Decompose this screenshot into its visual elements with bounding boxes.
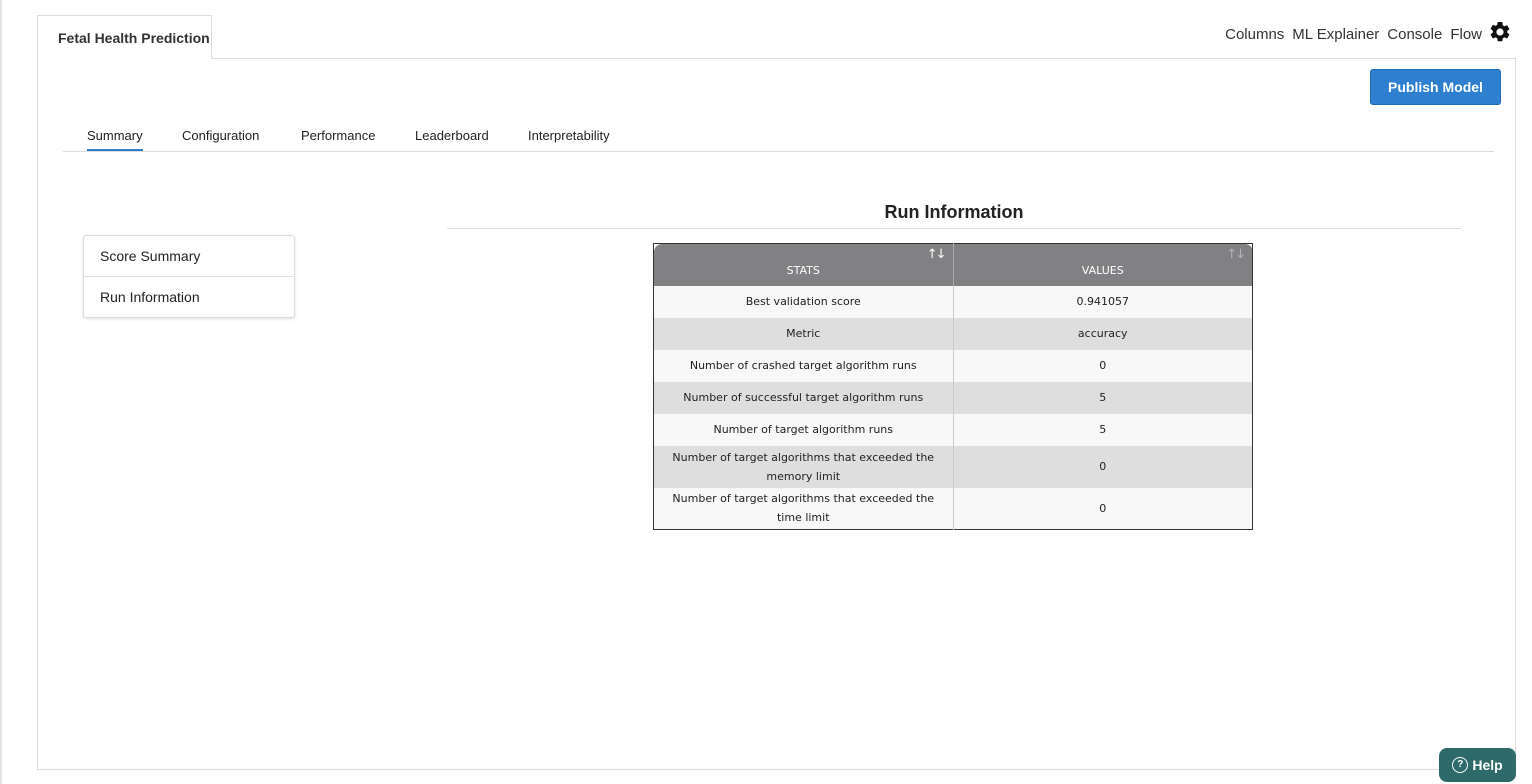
ml-explainer-link[interactable]: ML Explainer: [1292, 26, 1379, 43]
stat-cell: Number of successful target algorithm ru…: [653, 381, 954, 414]
table-row: Number of target algorithm runs 5: [653, 413, 1253, 446]
column-header-values[interactable]: ↑↓ VALUES: [953, 243, 1253, 286]
question-mark-icon: ?: [1452, 757, 1469, 773]
table-row: Number of target algorithms that exceede…: [653, 487, 1253, 530]
tab-summary[interactable]: Summary: [87, 128, 143, 151]
table-row: Metric accuracy: [653, 317, 1253, 350]
section-title: Run Information: [884, 202, 1024, 222]
column-header-stats[interactable]: ↑↓ STATS: [653, 243, 954, 286]
value-cell: 0: [953, 487, 1253, 530]
side-menu-item-score-summary[interactable]: Score Summary: [84, 236, 294, 277]
tab-interpretability[interactable]: Interpretability: [528, 128, 610, 149]
value-cell: 0.941057: [953, 285, 1253, 318]
table-row: Number of target algorithms that exceede…: [653, 445, 1253, 488]
value-cell: 0: [953, 349, 1253, 382]
stat-cell: Number of target algorithms that exceede…: [653, 445, 954, 488]
tab-performance[interactable]: Performance: [301, 128, 375, 149]
document-tab[interactable]: Fetal Health Prediction: [37, 15, 212, 59]
help-button-label: Help: [1472, 757, 1503, 773]
value-cell: accuracy: [953, 317, 1253, 350]
table-row: Number of crashed target algorithm runs …: [653, 349, 1253, 382]
side-menu-item-run-information[interactable]: Run Information: [84, 277, 294, 317]
stat-cell: Best validation score: [653, 285, 954, 318]
window-left-edge: [0, 0, 2, 784]
column-header-stats-label: STATS: [786, 263, 820, 277]
section-divider: [447, 228, 1461, 229]
stat-cell: Number of target algorithm runs: [653, 413, 954, 446]
top-nav-links: Columns ML Explainer Console Flow: [1225, 26, 1482, 43]
sort-icon[interactable]: ↑↓: [1226, 247, 1246, 262]
table-row: Number of successful target algorithm ru…: [653, 381, 1253, 414]
value-cell: 5: [953, 413, 1253, 446]
publish-model-button[interactable]: Publish Model: [1370, 69, 1501, 105]
table-row: Best validation score 0.941057: [653, 285, 1253, 318]
value-cell: 5: [953, 381, 1253, 414]
stat-cell: Number of target algorithms that exceede…: [653, 487, 954, 530]
tab-configuration[interactable]: Configuration: [182, 128, 259, 149]
sort-icon[interactable]: ↑↓: [927, 247, 947, 262]
document-tab-title: Fetal Health Prediction: [58, 30, 210, 46]
columns-link[interactable]: Columns: [1225, 26, 1284, 43]
help-button[interactable]: ? Help: [1439, 748, 1516, 782]
value-cell: 0: [953, 445, 1253, 488]
stat-cell: Metric: [653, 317, 954, 350]
tab-leaderboard[interactable]: Leaderboard: [415, 128, 489, 149]
console-link[interactable]: Console: [1387, 26, 1442, 43]
flow-link[interactable]: Flow: [1450, 26, 1482, 43]
column-header-values-label: VALUES: [1081, 263, 1124, 277]
side-menu: Score Summary Run Information: [83, 235, 295, 318]
tab-bar: Summary Configuration Performance Leader…: [63, 120, 1494, 152]
gear-icon[interactable]: [1488, 20, 1512, 44]
run-information-table: ↑↓ STATS ↑↓ VALUES Best validation score…: [653, 243, 1253, 530]
stat-cell: Number of crashed target algorithm runs: [653, 349, 954, 382]
